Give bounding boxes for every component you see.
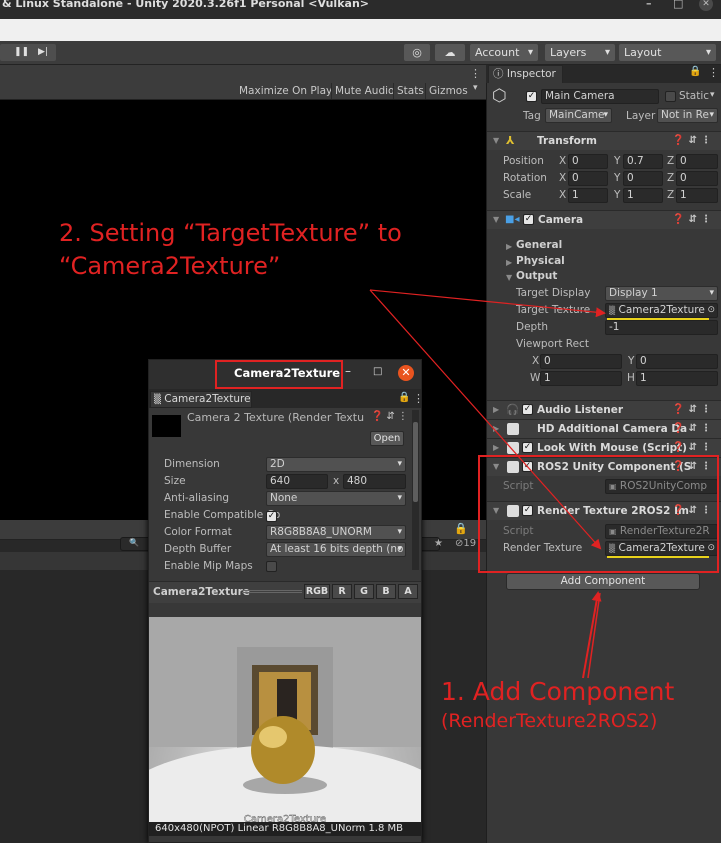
unity-editor: & Linux Standalone - Unity 2020.3.26f1 P… bbox=[0, 0, 721, 843]
arrow-to-target-texture bbox=[369, 289, 606, 318]
arrow-to-render-texture bbox=[369, 289, 602, 550]
annotation-arrows bbox=[369, 289, 606, 679]
